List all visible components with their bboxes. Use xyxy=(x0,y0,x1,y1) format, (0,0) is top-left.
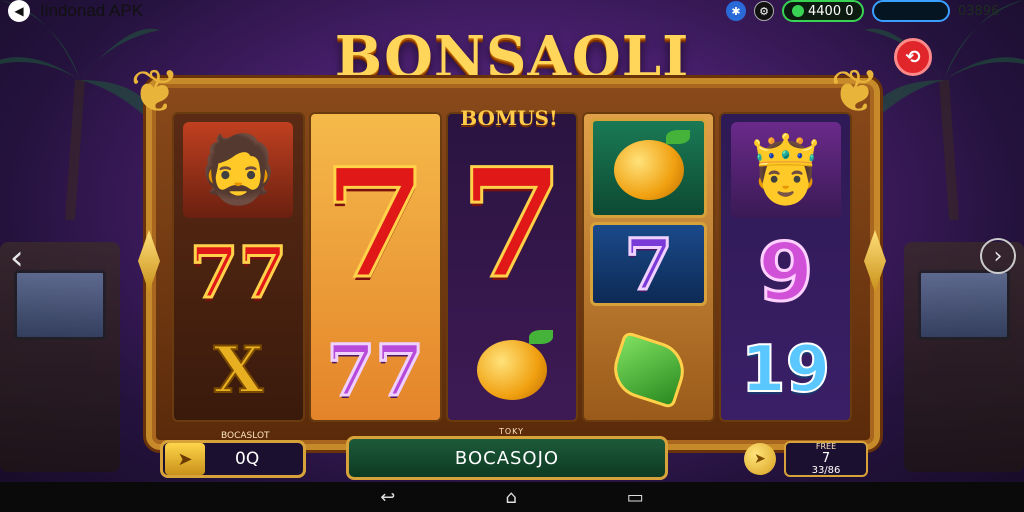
top-right-hud: ✱ ⚙ 4400 0 03896 xyxy=(726,0,1024,22)
bandit-portrait-symbol: 🧔 xyxy=(183,122,294,218)
bar-symbol xyxy=(606,330,692,410)
spin-label: BOCASOJO xyxy=(454,447,560,469)
bet-control[interactable]: BOCASLOT ➤ 0Q xyxy=(160,431,306,478)
settings-icon[interactable]: ⚙ xyxy=(754,1,774,21)
close-icon[interactable]: ⟲ xyxy=(894,38,932,76)
win-sub: 33/86 xyxy=(811,465,841,476)
chevron-right-icon[interactable]: › xyxy=(980,238,1016,274)
orange-symbol xyxy=(613,130,690,200)
nav-home-icon[interactable]: ⌂ xyxy=(505,487,516,508)
arcade-cabinet-right xyxy=(904,242,1024,472)
chevron-left-icon[interactable]: ‹ xyxy=(10,238,24,278)
coin-balance[interactable]: 4400 0 xyxy=(782,0,864,22)
reel-2: 7 77 xyxy=(308,112,442,422)
gem-balance-pill[interactable] xyxy=(872,0,950,22)
coin-icon xyxy=(792,5,804,17)
reel-4: 7 xyxy=(582,112,716,422)
double-seven-symbol: 77 xyxy=(188,229,288,315)
nav-recent-icon[interactable]: ▭ xyxy=(627,487,644,508)
bluetooth-icon[interactable]: ✱ xyxy=(726,1,746,21)
spin-label-small: TOKY xyxy=(499,427,525,436)
win-display: FREE 7 33/86 xyxy=(784,441,868,477)
reel-3: 7 xyxy=(445,112,579,422)
reel-5: 🤴 9 19 xyxy=(719,112,852,422)
bet-icon[interactable]: ➤ xyxy=(165,443,205,475)
nav-back-icon[interactable]: ↩ xyxy=(380,487,395,508)
double-seven-symbol: 77 xyxy=(325,327,425,413)
bonus-banner: BOMUS! xyxy=(460,106,558,130)
bet-value: 0Q xyxy=(235,449,260,469)
app-title: Iindonad APK xyxy=(40,1,144,20)
nineteen-symbol: 19 xyxy=(740,332,831,408)
back-icon[interactable]: ◀ xyxy=(8,0,30,22)
spin-button[interactable]: TOKY BOCASOJO xyxy=(346,427,668,480)
nine-symbol: 9 xyxy=(756,224,815,320)
king-portrait-symbol: 🤴 xyxy=(730,122,841,218)
lemon-symbol xyxy=(476,330,553,400)
reels: 🧔 77 X 7 77 7 7 🤴 9 19 xyxy=(172,112,852,422)
win-value: 7 xyxy=(821,451,831,466)
seven-symbol: 7 xyxy=(458,135,565,314)
gem-value: 03896 xyxy=(958,3,1000,19)
reel-1: 🧔 77 X xyxy=(172,112,305,422)
seven-symbol: 7 xyxy=(321,135,428,314)
x-symbol: X xyxy=(213,332,265,409)
bet-label: BOCASLOT xyxy=(221,431,270,441)
seven-symbol: 7 xyxy=(623,221,675,307)
coin-value: 4400 0 xyxy=(808,3,854,19)
win-panel: ➤ FREE 7 33/86 xyxy=(744,440,868,478)
android-nav-bar: ↩ ⌂ ▭ xyxy=(0,482,1024,512)
coin-icon[interactable]: ➤ xyxy=(744,443,776,475)
